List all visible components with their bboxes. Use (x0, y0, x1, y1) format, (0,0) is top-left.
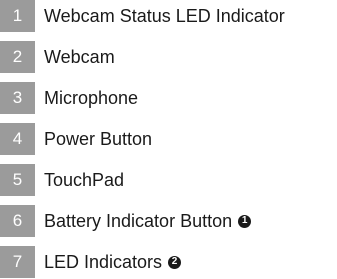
legend-item: 3 Microphone (0, 82, 337, 114)
item-number: 3 (0, 82, 35, 114)
item-number: 4 (0, 123, 35, 155)
item-label-text: Webcam Status LED Indicator (44, 5, 285, 26)
item-number: 7 (0, 246, 35, 278)
footnote-marker: 1 (238, 214, 252, 228)
item-number: 1 (0, 0, 35, 32)
item-label: LED Indicators 2 (44, 251, 182, 273)
footnote-marker: 2 (168, 255, 182, 269)
item-label-text: LED Indicators (44, 251, 163, 272)
item-label: Power Button (44, 129, 152, 150)
component-legend: 1 Webcam Status LED Indicator 2 Webcam 3… (0, 0, 337, 279)
legend-item: 1 Webcam Status LED Indicator (0, 0, 337, 32)
item-label: Battery Indicator Button 1 (44, 210, 252, 232)
legend-item: 5 TouchPad (0, 164, 337, 196)
item-label-text: Webcam (44, 46, 115, 67)
item-label-text: Microphone (44, 87, 139, 108)
legend-item: 4 Power Button (0, 123, 337, 155)
legend-item: 7 LED Indicators 2 (0, 246, 337, 278)
item-label: Microphone (44, 88, 138, 109)
item-label-text: TouchPad (44, 169, 125, 190)
item-number: 6 (0, 205, 35, 237)
item-label-text: Battery Indicator Button (44, 210, 233, 231)
item-number: 2 (0, 41, 35, 73)
item-label: Webcam Status LED Indicator (44, 6, 285, 27)
legend-item: 2 Webcam (0, 41, 337, 73)
item-label: Webcam (44, 47, 115, 68)
item-label-text: Power Button (44, 128, 153, 149)
legend-item: 6 Battery Indicator Button 1 (0, 205, 337, 237)
item-number: 5 (0, 164, 35, 196)
item-label: TouchPad (44, 170, 124, 191)
